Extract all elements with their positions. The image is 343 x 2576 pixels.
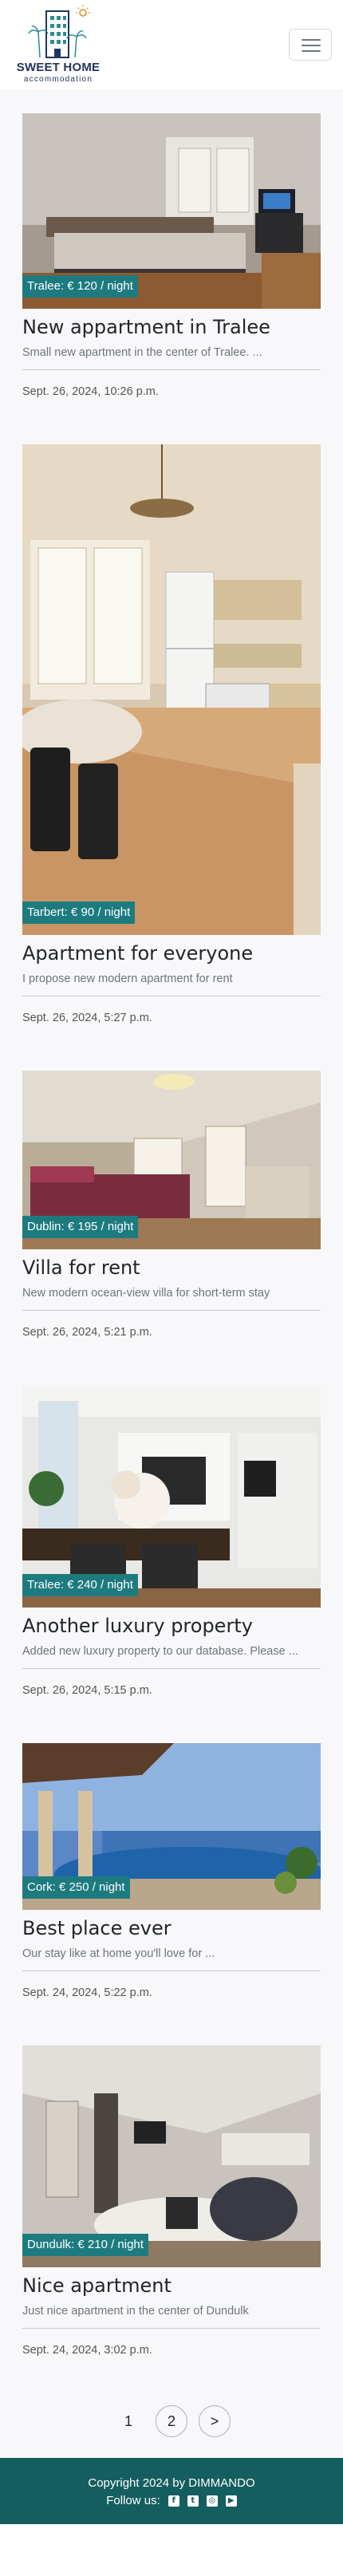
listing-title[interactable]: Another luxury property: [22, 1612, 321, 1639]
page-2-link[interactable]: 2: [156, 2405, 187, 2437]
listing-image-link[interactable]: Dundulk: € 210 / night: [22, 2045, 321, 2267]
hamburger-icon-line: [302, 50, 321, 52]
youtube-icon[interactable]: ▶: [225, 2495, 237, 2507]
listing-price-badge: Dundulk: € 210 / night: [22, 2234, 148, 2256]
listing-title[interactable]: Nice apartment: [22, 2272, 321, 2299]
facebook-icon[interactable]: f: [168, 2495, 179, 2507]
listing-date: Sept. 26, 2024, 5:27 p.m.: [22, 1012, 152, 1024]
next-page-link[interactable]: >: [199, 2405, 231, 2437]
listing-card[interactable]: Dublin: € 195 / night Villa for rent New…: [22, 1071, 321, 1339]
listings-section: Tralee: € 120 / night New appartment in …: [0, 89, 343, 2458]
page-1-link[interactable]: 1: [112, 2405, 144, 2437]
instagram-icon[interactable]: ◎: [206, 2495, 218, 2507]
listing-image-link[interactable]: Tralee: € 120 / night: [22, 113, 321, 309]
listing-title[interactable]: Apartment for everyone: [22, 940, 321, 967]
listing-title[interactable]: New appartment in Tralee: [22, 314, 321, 341]
listing-card[interactable]: Tralee: € 240 / night Another luxury pro…: [22, 1385, 321, 1698]
divider: [22, 1310, 321, 1311]
listing-price-badge: Tralee: € 240 / night: [22, 1574, 138, 1596]
divider: [22, 1668, 321, 1669]
brand-title: SWEET HOME: [16, 61, 101, 74]
follow-label: Follow us:: [106, 2494, 160, 2507]
brand-logo-link[interactable]: SWEET HOME accommodation: [10, 5, 107, 85]
listing-price-badge: Cork: € 250 / night: [22, 1876, 130, 1899]
listing-card[interactable]: Tralee: € 120 / night New appartment in …: [22, 113, 321, 399]
listing-description: Added new luxury property to our databas…: [22, 1645, 298, 1658]
listing-image-link[interactable]: Tarbert: € 90 / night: [22, 444, 321, 935]
listing-description: Our stay like at home you'll love for ..…: [22, 1947, 215, 1960]
footer: Copyright 2024 by DIMMANDO Follow us: f …: [0, 2458, 343, 2524]
listing-image-link[interactable]: Tralee: € 240 / night: [22, 1385, 321, 1608]
footer-social: Follow us: f t ◎ ▶: [0, 2493, 343, 2509]
listing-card[interactable]: Cork: € 250 / night Best place ever Our …: [22, 1743, 321, 2000]
listing-date: Sept. 26, 2024, 5:15 p.m.: [22, 1684, 152, 1697]
twitter-icon[interactable]: t: [187, 2495, 199, 2507]
listing-description: Small new apartment in the center of Tra…: [22, 346, 262, 359]
hamburger-icon: [302, 39, 321, 41]
navbar: SWEET HOME accommodation: [0, 0, 343, 89]
navbar-toggle-button[interactable]: [289, 29, 332, 61]
listing-description: I propose new modern apartment for rent: [22, 972, 233, 985]
brand-subtitle: accommodation: [23, 75, 93, 84]
listing-price-badge: Dublin: € 195 / night: [22, 1216, 139, 1238]
listing-card[interactable]: Tarbert: € 90 / night Apartment for ever…: [22, 444, 321, 1025]
listing-date: Sept. 24, 2024, 3:02 p.m.: [22, 2344, 152, 2357]
listing-price-badge: Tralee: € 120 / night: [22, 275, 138, 298]
listing-title[interactable]: Villa for rent: [22, 1254, 321, 1281]
listing-card[interactable]: Dundulk: € 210 / night Nice apartment Ju…: [22, 2045, 321, 2357]
divider: [22, 369, 321, 370]
listing-description: Just nice apartment in the center of Dun…: [22, 2305, 249, 2318]
pagination: 1 2 >: [0, 2357, 343, 2458]
divider: [22, 2328, 321, 2329]
divider: [22, 1970, 321, 1971]
building-palm-sun-logo: [28, 5, 90, 58]
listing-date: Sept. 26, 2024, 10:26 p.m.: [22, 385, 159, 398]
kitchen-photo: [22, 444, 321, 935]
listing-date: Sept. 24, 2024, 5:22 p.m.: [22, 1986, 152, 1999]
listing-date: Sept. 26, 2024, 5:21 p.m.: [22, 1326, 152, 1339]
listing-image-link[interactable]: Dublin: € 195 / night: [22, 1071, 321, 1249]
listing-description: New modern ocean-view villa for short-te…: [22, 1287, 270, 1300]
listing-title[interactable]: Best place ever: [22, 1915, 321, 1942]
footer-copyright: Copyright 2024 by DIMMANDO: [88, 2476, 255, 2490]
listing-price-badge: Tarbert: € 90 / night: [22, 901, 136, 924]
listing-image-link[interactable]: Cork: € 250 / night: [22, 1743, 321, 1910]
hamburger-icon-line: [302, 45, 321, 46]
